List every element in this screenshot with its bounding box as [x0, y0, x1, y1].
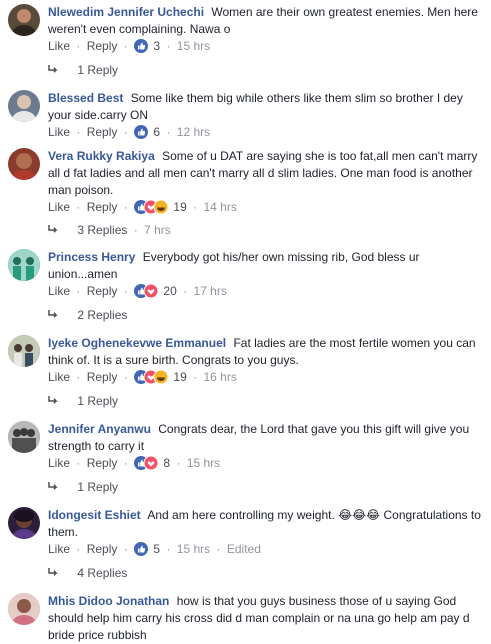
avatar[interactable]: [8, 90, 40, 122]
reaction-count[interactable]: 8: [163, 456, 170, 470]
reply-arrow-icon: [48, 393, 62, 409]
view-replies-link[interactable]: 1 Reply: [48, 393, 118, 409]
timestamp[interactable]: 12 hrs: [177, 125, 210, 139]
avatar[interactable]: [8, 249, 40, 281]
like-button[interactable]: Like: [48, 39, 70, 53]
avatar[interactable]: [8, 421, 40, 453]
avatar[interactable]: [8, 593, 40, 625]
avatar[interactable]: [8, 4, 40, 36]
reply-button[interactable]: Reply: [87, 39, 118, 53]
reaction-icons[interactable]: [134, 369, 169, 385]
timestamp[interactable]: 16 hrs: [203, 370, 236, 384]
reaction-count[interactable]: 5: [153, 542, 160, 556]
view-replies-link[interactable]: 2 Replies: [48, 307, 127, 323]
commenter-name[interactable]: Vera Rukky Rakiya: [48, 149, 155, 163]
avatar[interactable]: [8, 507, 40, 539]
commenter-name[interactable]: Mhis Didoo Jonathan: [48, 594, 169, 608]
reply-button[interactable]: Reply: [87, 370, 118, 384]
reply-arrow-icon: [48, 307, 62, 323]
view-replies-link[interactable]: 4 Replies: [48, 565, 127, 581]
reaction-count[interactable]: 19: [173, 370, 186, 384]
reply-arrow-icon: [48, 222, 62, 238]
avatar[interactable]: [8, 148, 40, 180]
like-reaction-icon[interactable]: [134, 541, 149, 556]
reaction-count[interactable]: 19: [173, 200, 186, 214]
reaction-icons[interactable]: [134, 455, 159, 471]
timestamp[interactable]: 14 hrs: [203, 200, 236, 214]
like-button[interactable]: Like: [48, 370, 70, 384]
reply-button[interactable]: Reply: [87, 456, 118, 470]
view-replies-link[interactable]: 1 Reply: [48, 479, 118, 495]
reaction-icons[interactable]: [134, 283, 159, 299]
edited-label[interactable]: Edited: [227, 542, 261, 556]
view-replies-link[interactable]: 1 Reply: [48, 62, 118, 78]
commenter-name[interactable]: Idongesit Eshiet: [48, 508, 141, 522]
timestamp[interactable]: 15 hrs: [177, 39, 210, 53]
commenter-name[interactable]: Iyeke Oghenekevwe Emmanuel: [48, 336, 226, 350]
timestamp[interactable]: 15 hrs: [187, 456, 220, 470]
reply-arrow-icon: [48, 565, 62, 581]
reaction-icons[interactable]: [134, 199, 169, 215]
like-button[interactable]: Like: [48, 456, 70, 470]
avatar[interactable]: [8, 335, 40, 367]
commenter-name[interactable]: Princess Henry: [48, 250, 135, 264]
reply-button[interactable]: Reply: [87, 125, 118, 139]
timestamp[interactable]: 17 hrs: [193, 284, 226, 298]
reaction-count[interactable]: 3: [153, 39, 160, 53]
reply-arrow-icon: [48, 62, 62, 78]
view-replies-link[interactable]: 3 Replies · 7 hrs: [48, 222, 171, 238]
timestamp[interactable]: 15 hrs: [177, 542, 210, 556]
like-button[interactable]: Like: [48, 284, 70, 298]
like-reaction-icon[interactable]: [134, 38, 149, 53]
reaction-count[interactable]: 20: [163, 284, 176, 298]
commenter-name[interactable]: Nlewedim Jennifer Uchechi: [48, 5, 204, 19]
reply-button[interactable]: Reply: [87, 200, 118, 214]
reaction-count[interactable]: 6: [153, 125, 160, 139]
like-reaction-icon[interactable]: [134, 124, 149, 139]
reply-button[interactable]: Reply: [87, 542, 118, 556]
commenter-name[interactable]: Jennifer Anyanwu: [48, 422, 151, 436]
commenter-name[interactable]: Blessed Best: [48, 91, 123, 105]
like-button[interactable]: Like: [48, 200, 70, 214]
reply-arrow-icon: [48, 479, 62, 495]
like-button[interactable]: Like: [48, 542, 70, 556]
reply-button[interactable]: Reply: [87, 284, 118, 298]
like-button[interactable]: Like: [48, 125, 70, 139]
